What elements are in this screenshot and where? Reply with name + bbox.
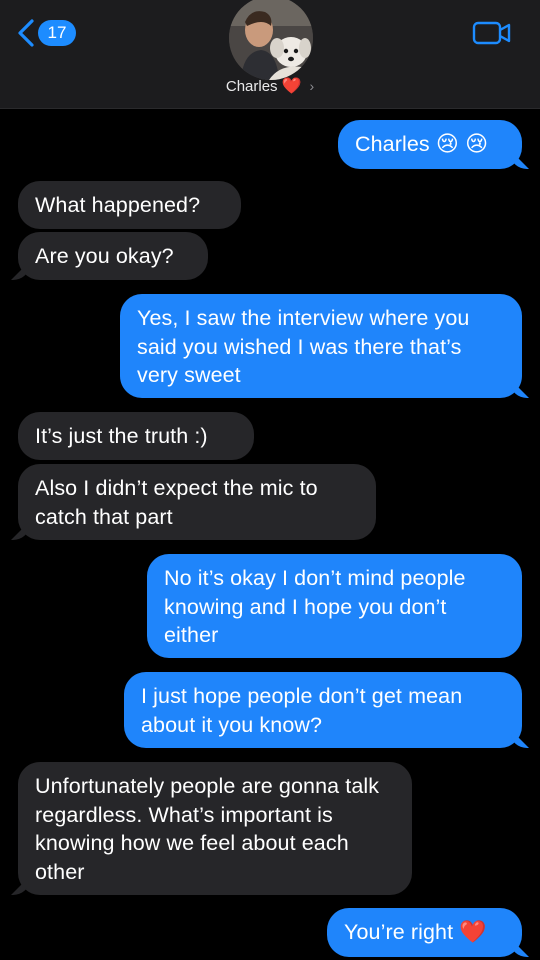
message-text: I just hope people don’t get mean about … — [141, 684, 463, 737]
incoming-message[interactable]: What happened? — [18, 181, 241, 229]
contact-avatar[interactable] — [229, 0, 313, 80]
message-text: You’re right — [344, 920, 454, 944]
contact-name: Charles — [225, 77, 278, 95]
outgoing-message[interactable]: Charles 😢 😢 — [338, 120, 522, 169]
conversation-header: 17 Charles ❤️ › — [0, 0, 540, 109]
video-camera-icon — [472, 21, 511, 45]
message-text: What happened? — [35, 193, 201, 217]
contact-name-row[interactable]: Charles ❤️ › — [0, 76, 540, 96]
outgoing-message[interactable]: Yes, I saw the interview where you said … — [120, 294, 522, 398]
message-text: Yes, I saw the interview where you said … — [137, 306, 470, 387]
video-call-button[interactable] — [472, 20, 512, 51]
incoming-message[interactable]: Unfortunately people are gonna talk rega… — [18, 762, 412, 895]
heart-emoji: ❤️ — [459, 919, 487, 944]
outgoing-message[interactable]: You’re right ❤️ — [327, 908, 522, 957]
unread-count-badge: 17 — [38, 20, 76, 46]
outgoing-message[interactable]: No it’s okay I don’t mind people knowing… — [147, 554, 522, 658]
incoming-message[interactable]: Are you okay? — [18, 232, 208, 280]
incoming-message[interactable]: It’s just the truth :) — [18, 412, 254, 460]
message-text: Also I didn’t expect the mic to catch th… — [35, 476, 318, 529]
message-text: Unfortunately people are gonna talk rega… — [35, 774, 380, 884]
message-text: No it’s okay I don’t mind people knowing… — [164, 566, 466, 647]
avatar-photo — [229, 0, 313, 80]
outgoing-message[interactable]: I just hope people don’t get mean about … — [124, 672, 522, 748]
message-thread[interactable]: Charles 😢 😢 What happened? Are you okay?… — [0, 108, 540, 960]
chevron-left-icon — [18, 19, 34, 47]
message-text: Charles — [355, 132, 430, 156]
crying-emoji: 😢 😢 — [435, 131, 489, 156]
heart-emoji: ❤️ — [281, 78, 302, 95]
chevron-right-icon: › — [309, 78, 315, 94]
message-text: Are you okay? — [35, 244, 174, 268]
back-button[interactable]: 17 — [16, 18, 76, 48]
incoming-message[interactable]: Also I didn’t expect the mic to catch th… — [18, 464, 376, 540]
message-text: It’s just the truth :) — [35, 424, 208, 448]
